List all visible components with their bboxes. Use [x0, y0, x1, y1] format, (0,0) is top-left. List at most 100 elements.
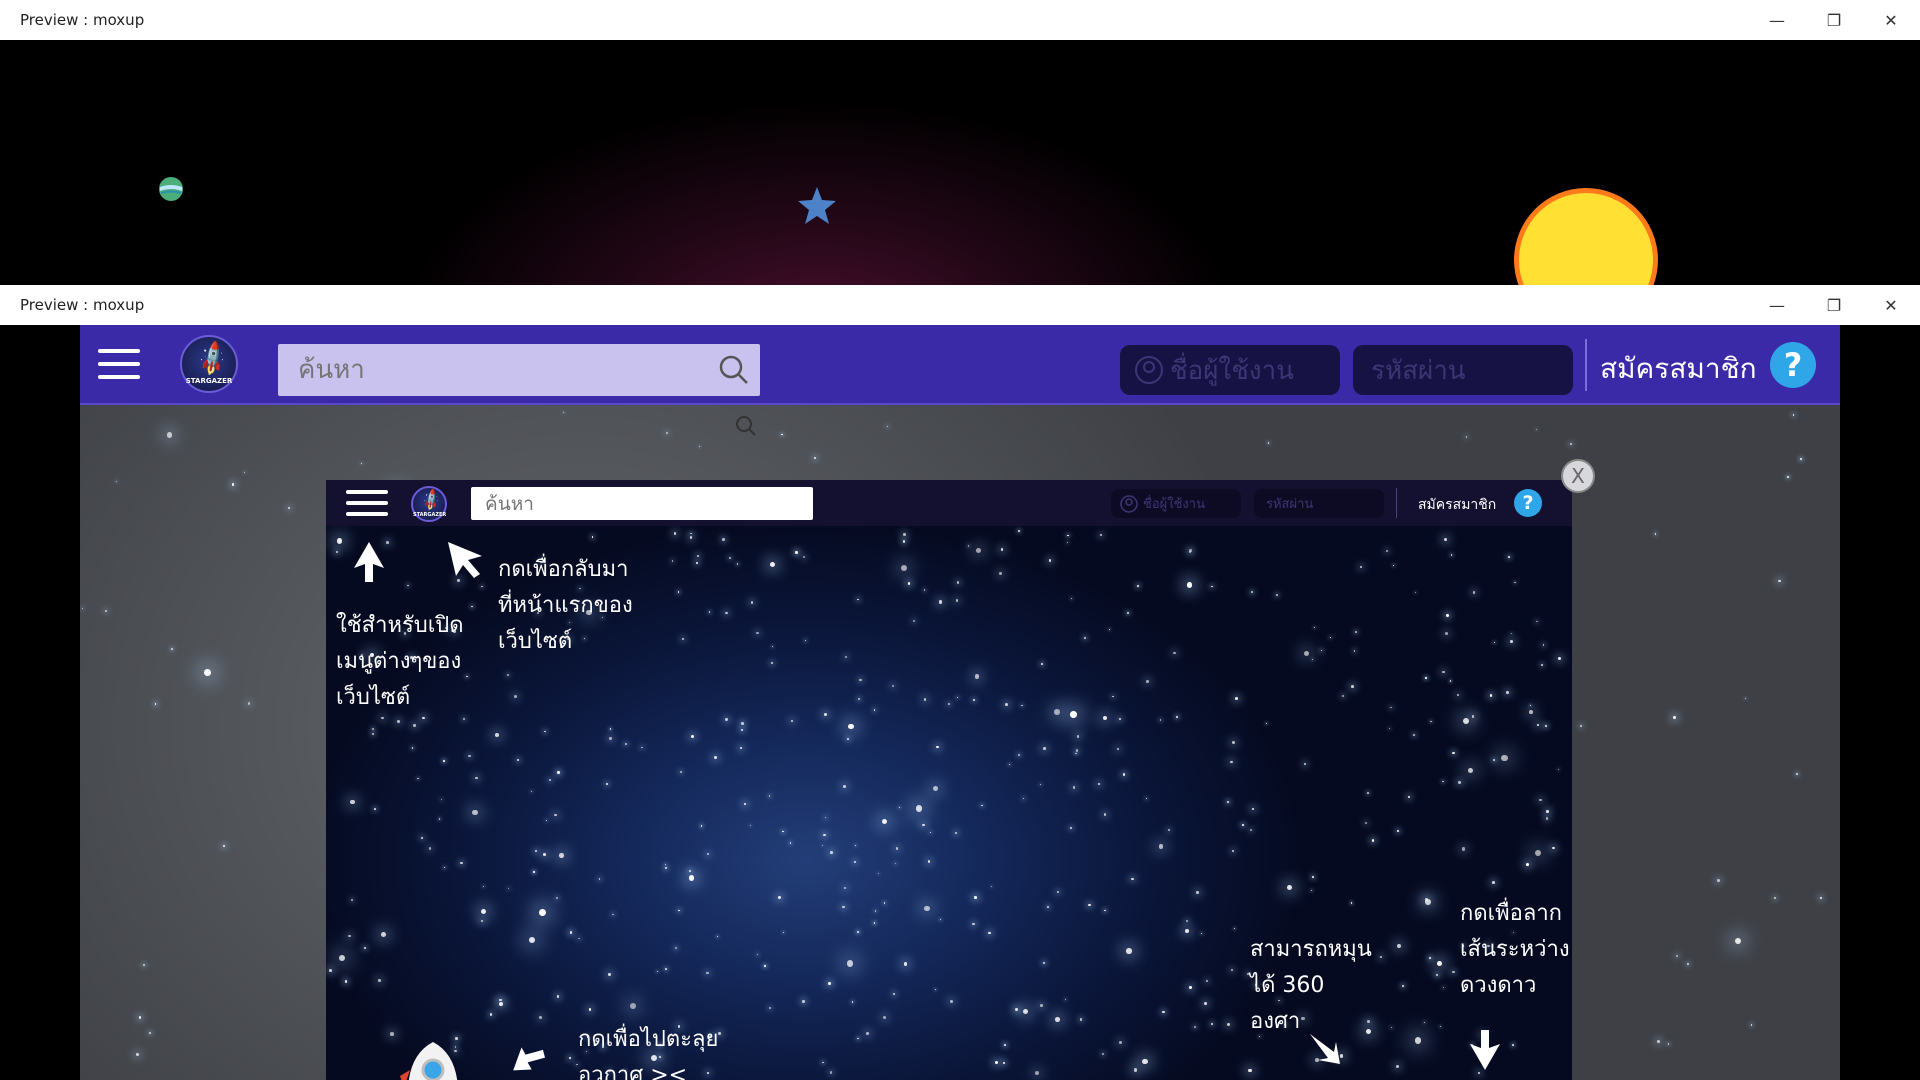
background-star	[891, 684, 895, 688]
background-star	[1402, 985, 1405, 988]
background-star	[673, 532, 677, 535]
background-star	[223, 845, 226, 848]
background-star	[1196, 891, 1199, 895]
search-icon[interactable]	[718, 354, 750, 386]
search-bar[interactable]	[278, 344, 760, 396]
background-star	[350, 799, 355, 805]
background-star	[421, 837, 424, 840]
password-field[interactable]: รหัสผ่าน	[1254, 489, 1384, 518]
background-star	[422, 716, 425, 720]
password-field[interactable]: รหัสผ่าน	[1353, 345, 1573, 395]
background-star	[1446, 614, 1449, 617]
background-star	[1109, 629, 1111, 631]
background-star	[1800, 458, 1802, 461]
space-canvas[interactable]	[0, 40, 1920, 285]
preview-window-main: Preview : moxup — ❐ ✕ 🚀 STARGAZER ค้นหา …	[0, 285, 1920, 1080]
signup-link[interactable]: สมัครสมาชิก	[1600, 347, 1757, 391]
background-star	[533, 871, 535, 873]
background-star	[665, 968, 668, 970]
username-field[interactable]: ชื่อผู้ใช้งาน	[1120, 345, 1340, 395]
background-star	[641, 746, 643, 749]
background-star	[1194, 1026, 1196, 1028]
background-star	[1023, 1009, 1029, 1015]
background-star	[1428, 956, 1431, 959]
background-star	[559, 853, 565, 859]
background-star	[1397, 943, 1402, 949]
background-star	[1185, 920, 1188, 923]
background-star	[1122, 773, 1126, 776]
signup-link[interactable]: สมัครสมาชิก	[1418, 494, 1496, 516]
background-star	[1231, 968, 1234, 971]
background-star	[1820, 897, 1823, 900]
background-star	[823, 834, 826, 837]
restore-icon[interactable]: ❐	[1806, 0, 1862, 40]
background-star	[1004, 1044, 1006, 1046]
background-star	[853, 861, 857, 864]
background-star	[936, 745, 940, 749]
background-star	[954, 831, 957, 834]
search-input[interactable]	[278, 344, 760, 396]
username-placeholder: ชื่อผู้ใช้งาน	[1143, 497, 1205, 512]
background-star	[903, 533, 906, 536]
background-star	[1458, 781, 1461, 784]
close-icon[interactable]: ✕	[1863, 285, 1919, 325]
sun-icon[interactable]	[1506, 180, 1666, 285]
search-input[interactable]	[471, 487, 813, 520]
password-placeholder: รหัสผ่าน	[1371, 355, 1466, 386]
background-star	[855, 845, 857, 847]
background-star	[612, 913, 615, 916]
background-star	[513, 694, 517, 698]
planet-icon[interactable]	[157, 175, 185, 203]
star-icon[interactable]	[796, 185, 838, 227]
background-star	[857, 598, 860, 601]
background-star	[714, 756, 718, 759]
rocket-icon[interactable]	[398, 1040, 468, 1080]
background-star	[397, 720, 400, 724]
hamburger-icon[interactable]	[346, 490, 388, 516]
minimize-icon[interactable]: —	[1749, 285, 1805, 325]
hamburger-icon[interactable]	[98, 349, 140, 379]
background-star	[939, 600, 943, 604]
background-star	[1514, 582, 1516, 584]
close-preview-button[interactable]: X	[1561, 459, 1595, 493]
restore-icon[interactable]: ❐	[1806, 285, 1862, 325]
background-star	[149, 1032, 151, 1035]
background-star	[417, 778, 419, 780]
background-star	[386, 541, 389, 544]
inner-preview[interactable]: 🚀 STARGAZER ชื่อผู้ใช้งาน รหัสผ่าน	[326, 480, 1572, 1080]
background-star	[665, 431, 668, 434]
background-star	[1104, 909, 1107, 912]
background-star	[696, 554, 699, 557]
background-star	[1536, 428, 1538, 430]
background-star	[1008, 763, 1011, 766]
background-star	[1536, 723, 1540, 727]
background-star	[1227, 801, 1230, 804]
background-star	[1146, 680, 1150, 684]
help-icon[interactable]: ?	[1770, 342, 1816, 388]
background-star	[682, 638, 685, 641]
background-star	[706, 971, 709, 975]
background-star	[1546, 810, 1550, 813]
help-icon[interactable]: ?	[1514, 489, 1542, 517]
background-star	[1450, 554, 1453, 556]
background-star	[1075, 752, 1077, 755]
close-icon[interactable]: ✕	[1863, 0, 1919, 40]
logo[interactable]: 🚀 STARGAZER	[180, 335, 238, 393]
background-star	[874, 910, 877, 912]
background-star	[609, 737, 612, 740]
background-star	[104, 610, 107, 613]
background-star	[548, 779, 551, 782]
background-star	[1230, 760, 1234, 764]
background-star	[764, 965, 766, 967]
background-star	[498, 1002, 503, 1006]
background-star	[115, 481, 118, 483]
background-star	[1103, 813, 1106, 816]
minimize-icon[interactable]: —	[1749, 0, 1805, 40]
logo[interactable]: 🚀 STARGAZER	[411, 486, 447, 522]
search-bar[interactable]	[471, 487, 813, 520]
background-star	[846, 737, 849, 740]
username-field[interactable]: ชื่อผู้ใช้งาน	[1111, 489, 1241, 518]
background-star	[1126, 947, 1132, 954]
background-star	[824, 713, 827, 717]
preview-window-top: Preview : moxup — ❐ ✕	[0, 0, 1920, 285]
